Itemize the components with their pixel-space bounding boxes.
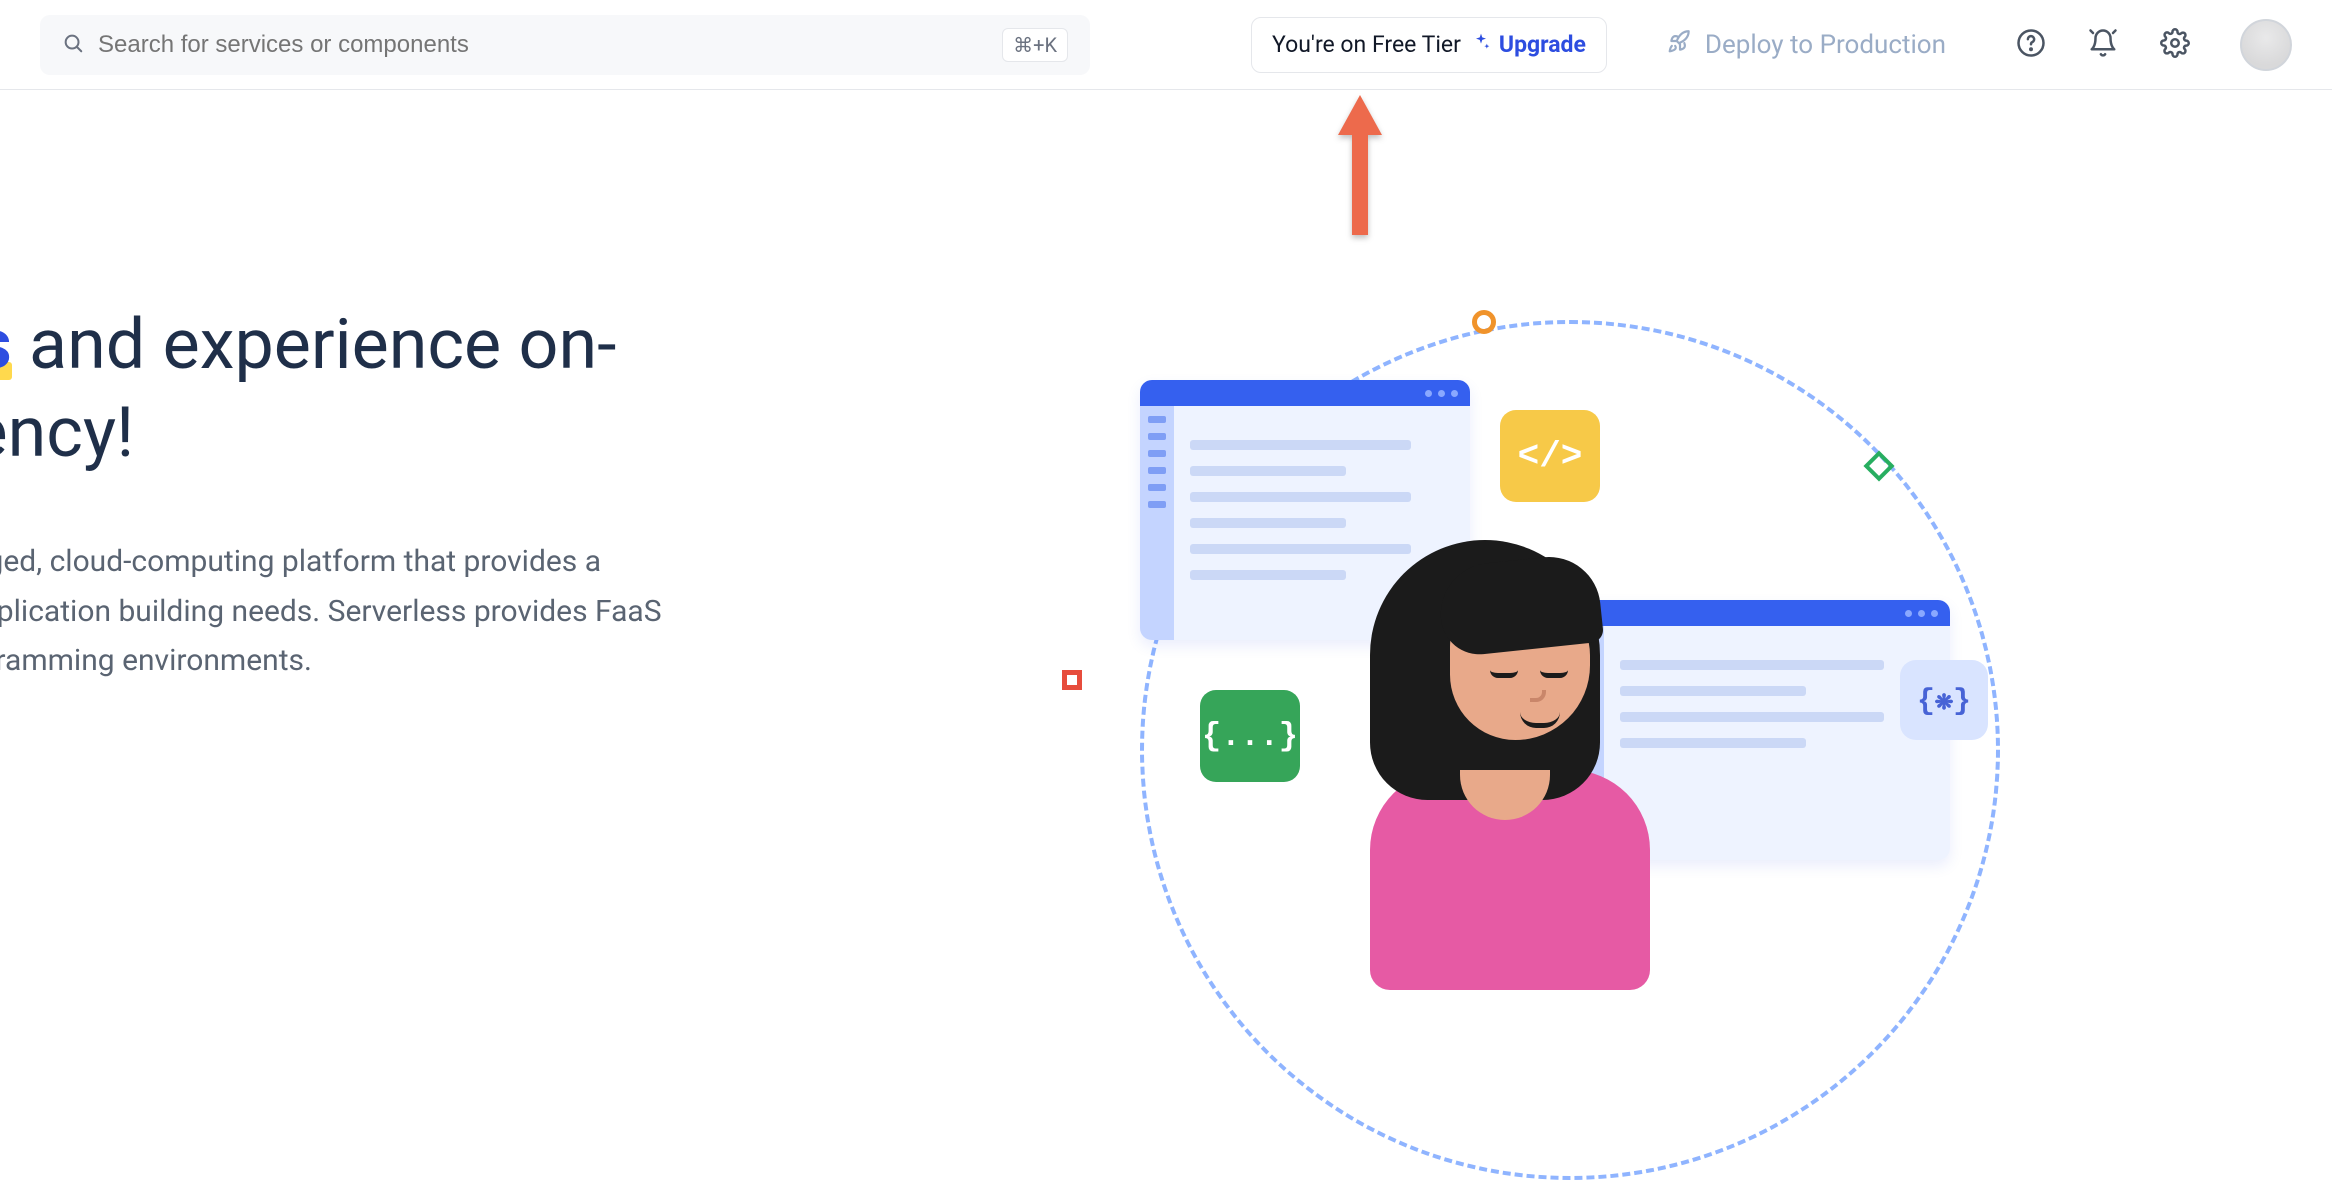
hero-description: 's fully-managed, cloud-computing platfo… <box>0 537 1020 686</box>
sparkle-icon <box>1471 31 1491 58</box>
hero-title-rest1: and experience on- <box>12 304 617 386</box>
hero-title-highlight: erless <box>0 304 12 386</box>
tier-upgrade-pill: You're on Free Tier Upgrade <box>1251 17 1607 73</box>
help-icon[interactable] <box>2016 28 2046 62</box>
deploy-label: Deploy to Production <box>1705 30 1946 60</box>
person-illustration-icon <box>1340 520 1660 920</box>
header-bar: ⌘+K You're on Free Tier Upgrade Deploy t… <box>0 0 2332 90</box>
search-icon <box>62 32 84 58</box>
json-chip-icon: {...} <box>1200 690 1300 782</box>
code-chip-icon: </> <box>1500 410 1600 502</box>
hero-illustration: </> {...} {❋} <box>1020 290 2120 850</box>
breadcrumb-tail: s <box>0 200 1020 252</box>
brace-chip-icon: {❋} <box>1900 660 1988 740</box>
annotation-arrow-icon <box>1330 95 1390 245</box>
bell-icon[interactable] <box>2088 28 2118 62</box>
upgrade-button[interactable]: Upgrade <box>1471 31 1586 58</box>
tier-text: You're on Free Tier <box>1272 31 1461 58</box>
search-shortcut-hint: ⌘+K <box>1002 28 1068 62</box>
square-accent-icon <box>1062 670 1082 690</box>
hero-title-line2: efficiency! <box>0 392 134 474</box>
hero-section: s erless and experience on- efficiency! … <box>0 200 1020 686</box>
rocket-icon <box>1667 28 1693 61</box>
ring-accent-icon <box>1472 310 1496 334</box>
avatar[interactable] <box>2240 19 2292 71</box>
search-box[interactable]: ⌘+K <box>40 15 1090 75</box>
hero-desc-3: multiple programming environments. <box>0 643 312 678</box>
upgrade-label: Upgrade <box>1499 31 1586 58</box>
search-input[interactable] <box>98 31 1002 59</box>
hero-title: erless and experience on- efficiency! <box>0 302 1020 477</box>
header-icon-group <box>2016 28 2190 62</box>
gear-icon[interactable] <box>2160 28 2190 62</box>
hero-desc-1: 's fully-managed, cloud-computing platfo… <box>0 544 601 579</box>
deploy-button[interactable]: Deploy to Production <box>1667 28 1946 61</box>
hero-desc-2: re for your application building needs. … <box>0 594 662 629</box>
